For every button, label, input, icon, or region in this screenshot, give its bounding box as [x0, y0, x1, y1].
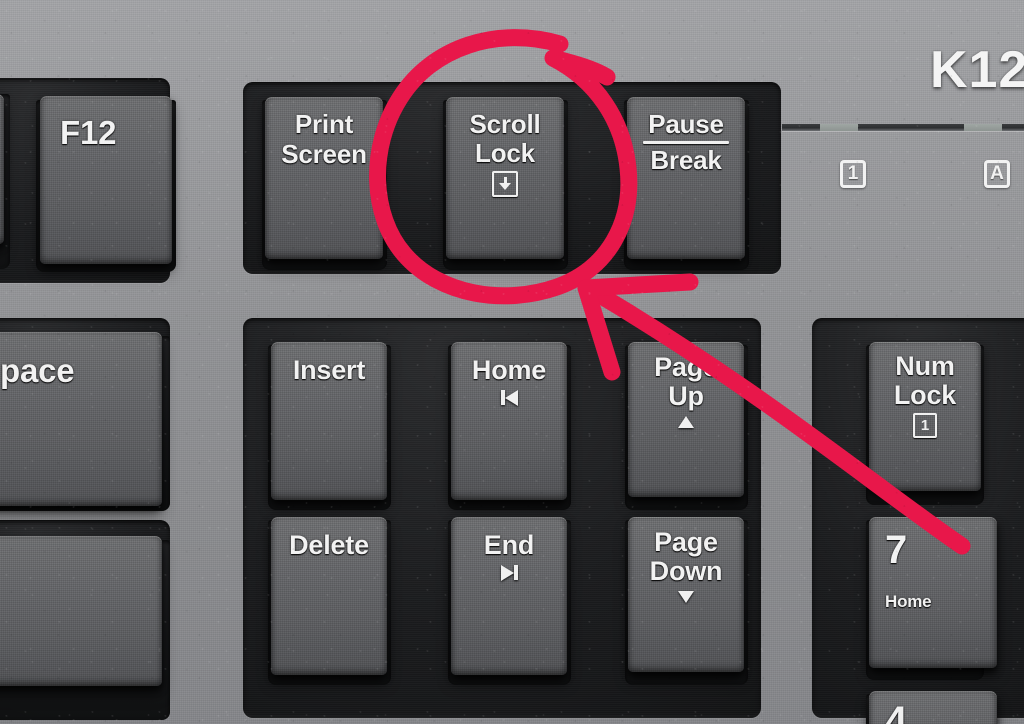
key-page-up[interactable]: Page Up [628, 342, 744, 497]
caps-lock-led-label: A [984, 160, 1010, 188]
key-numpad-7-sublabel: Home [885, 591, 932, 611]
boxed-down-arrow-icon [492, 171, 518, 198]
key-print-screen-label-line1: Print [294, 109, 354, 139]
key-numpad-4-label: 4 [885, 699, 908, 724]
key-delete[interactable]: Delete [271, 517, 387, 675]
key-page-up-label-line1: Page [654, 352, 718, 382]
key-numpad-7[interactable]: 7 Home [869, 517, 997, 668]
num-lock-led-window [820, 124, 858, 131]
key-backspace-label: pace [0, 352, 75, 389]
boxed-one-icon: 1 [913, 413, 937, 439]
key-f12-label: F12 [60, 114, 117, 151]
key-numpad-4[interactable]: 4 [869, 691, 997, 724]
keyboard-photo: F12 pace Print Screen Scroll Lock Pause … [0, 0, 1024, 724]
brand-logo-text: K12 [930, 41, 1024, 99]
led-indicator-groove [782, 124, 1024, 131]
key-insert-label: Insert [292, 355, 366, 385]
key-page-up-label-line2: Up [668, 380, 704, 411]
key-f12[interactable]: F12 [40, 96, 172, 264]
key-page-down-label-line1: Page [654, 527, 718, 557]
key-scroll-lock-label-line1: Scroll [469, 109, 541, 139]
key-end-label: End [483, 530, 535, 560]
key-end[interactable]: End [451, 517, 567, 675]
key-scroll-lock[interactable]: Scroll Lock [446, 97, 564, 259]
key-numpad-7-label: 7 [885, 528, 908, 572]
skip-to-start-icon [500, 389, 518, 406]
key-num-lock[interactable]: Num Lock 1 [869, 342, 981, 491]
key-pause-break-divider [643, 140, 729, 144]
partial-key-left[interactable] [0, 94, 4, 244]
key-home-label: Home [471, 355, 547, 385]
key-backspace[interactable]: pace [0, 332, 162, 506]
key-print-screen[interactable]: Print Screen [265, 97, 383, 259]
key-num-lock-label-line2: Lock [893, 379, 957, 410]
key-num-lock-label-line1: Num [895, 351, 955, 381]
num-lock-led-label: 1 [840, 160, 866, 188]
key-scroll-lock-label-line2: Lock [475, 137, 535, 168]
key-page-down[interactable]: Page Down [628, 517, 744, 672]
key-home[interactable]: Home [451, 342, 567, 500]
skip-to-end-icon [500, 564, 518, 581]
key-delete-label: Delete [289, 530, 369, 560]
partial-key-bottomleft[interactable] [0, 536, 162, 686]
caps-lock-led-window [964, 124, 1002, 131]
key-insert[interactable]: Insert [271, 342, 387, 500]
key-pause-break-label-line2: Break [650, 144, 722, 175]
triangle-up-icon [678, 416, 694, 429]
key-pause-break-label-line1: Pause [648, 109, 724, 139]
key-pause-break[interactable]: Pause Break [627, 97, 745, 259]
triangle-down-icon [678, 591, 694, 604]
key-page-down-label-line2: Down [649, 555, 723, 586]
key-print-screen-label-line2: Screen [281, 138, 367, 169]
